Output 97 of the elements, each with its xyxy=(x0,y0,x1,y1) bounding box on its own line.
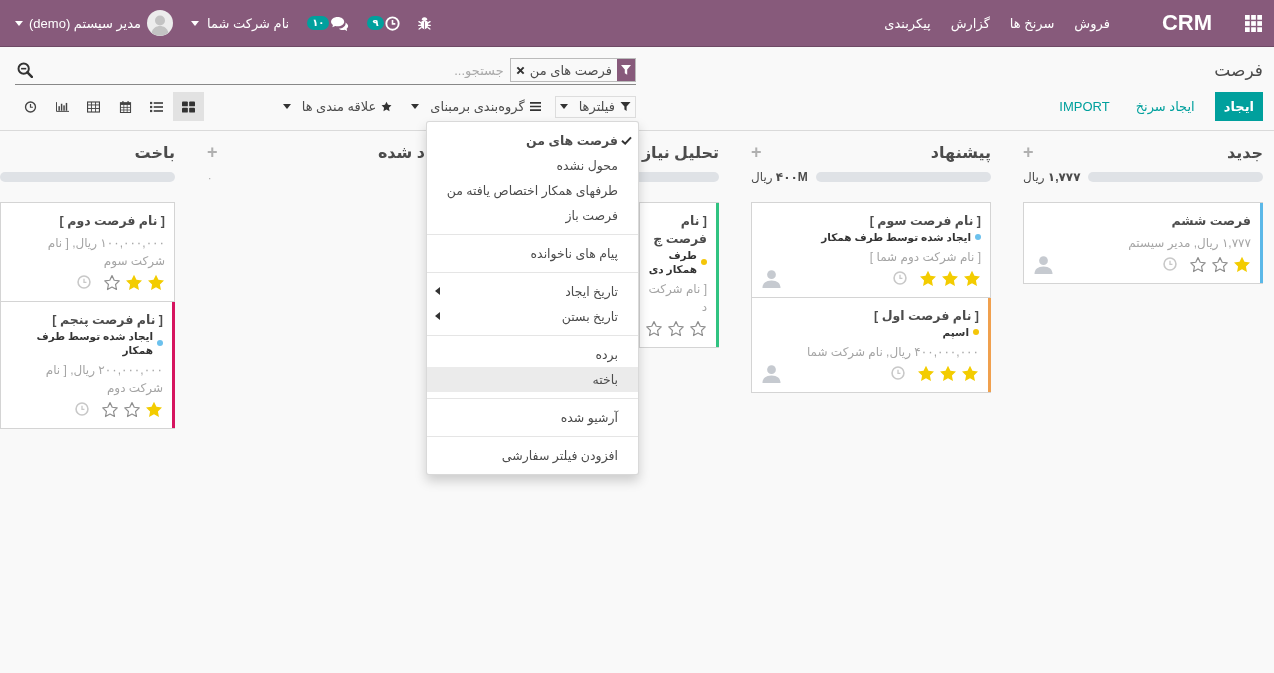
kanban-card[interactable]: [ نام فرصت پنجم ] ایجاد شده توسط طرف همکار ۲۰۰,۰۰۰,۰۰۰ ریال, [ نام شرکت دوم xyxy=(0,301,175,429)
bug-icon[interactable] xyxy=(417,16,431,30)
filter-option[interactable]: افزودن فیلتر سفارشی xyxy=(427,442,638,468)
column-total: ۰ xyxy=(207,171,213,183)
column-title: پیشنهاد xyxy=(930,142,991,162)
filter-option[interactable]: محول نشده xyxy=(427,152,638,178)
card-subtitle: ۱۰۰,۰۰۰,۰۰۰ ریال, [ نام شرکت سوم xyxy=(46,235,165,270)
star-icon[interactable] xyxy=(645,319,663,337)
card-title: [ نام فرصت چ xyxy=(652,213,707,248)
star-icon[interactable] xyxy=(145,400,163,418)
bars-icon xyxy=(529,101,541,112)
filter-option[interactable]: پیام های ناخوانده xyxy=(427,240,638,266)
activity-count-badge: ۹ xyxy=(367,16,384,30)
facet-label: فرصت های من xyxy=(529,62,612,78)
star-icon[interactable] xyxy=(123,400,141,418)
clock-icon xyxy=(24,100,38,113)
card-title: [ نام فرصت پنجم ] xyxy=(51,312,163,329)
column-title: د شده xyxy=(377,142,425,162)
favorites-menu-button[interactable]: علاقه مندی ها xyxy=(277,95,398,118)
filter-option[interactable]: فرصت های من xyxy=(427,127,638,153)
star-icon[interactable] xyxy=(1189,255,1207,273)
menu-item[interactable]: گزارش xyxy=(950,15,990,31)
tag-label: ایجاد شده توسط طرف همکار xyxy=(35,329,153,357)
bar-chart-icon xyxy=(55,100,69,113)
kanban-view-button[interactable] xyxy=(172,92,204,121)
card-title: [ نام فرصت اول ] xyxy=(873,308,979,325)
search-minus-icon[interactable] xyxy=(17,62,33,78)
calendar-icon xyxy=(118,100,132,113)
column-title: جدید xyxy=(1226,142,1263,162)
chat-icon[interactable] xyxy=(330,15,350,31)
kanban-card[interactable]: [ نام فرصت دوم ] ۱۰۰,۰۰۰,۰۰۰ ریال, [ نام شرکت سوم xyxy=(0,202,175,302)
star-icon[interactable] xyxy=(963,269,981,287)
star-icon[interactable] xyxy=(103,273,121,291)
caret-icon xyxy=(282,104,291,109)
apps-grid-icon[interactable] xyxy=(1245,14,1262,32)
star-icon[interactable] xyxy=(941,269,959,287)
card-title: فرصت ششم xyxy=(1170,213,1251,230)
star-icon[interactable] xyxy=(1211,255,1229,273)
star-icon[interactable] xyxy=(961,364,979,382)
column-title: باخت xyxy=(134,142,175,162)
filters-menu-button[interactable]: فیلترها xyxy=(554,95,636,118)
filter-option[interactable]: تاریخ بستن xyxy=(427,303,638,329)
message-count-badge: ۱۰ xyxy=(307,16,330,30)
grid-icon xyxy=(181,100,195,113)
tag-label: اسپم xyxy=(942,325,969,339)
close-icon[interactable] xyxy=(515,65,525,75)
search-input[interactable]: جستجو... xyxy=(39,59,504,81)
caret-icon xyxy=(191,20,199,26)
card-subtitle: ۲۰۰,۰۰۰,۰۰۰ ریال, [ نام شرکت دوم xyxy=(44,362,163,397)
star-icon[interactable] xyxy=(939,364,957,382)
tag-label: طرف همکار دی xyxy=(647,248,697,276)
menu-item[interactable]: سرنخ ها xyxy=(1009,15,1055,31)
filter-option[interactable]: طرفهای همکار اختصاص یافته من xyxy=(427,177,638,203)
card-title: [ نام فرصت دوم ] xyxy=(58,213,165,230)
star-icon[interactable] xyxy=(667,319,685,337)
star-icon xyxy=(381,101,393,112)
star-icon[interactable] xyxy=(147,273,165,291)
star-icon[interactable] xyxy=(101,400,119,418)
table-icon xyxy=(87,100,101,113)
user-avatar-icon xyxy=(147,10,173,36)
caret-icon xyxy=(559,104,568,109)
list-icon xyxy=(150,100,164,113)
kanban-card[interactable]: فرصت ششم ۱,۷۷۷ ریال, مدیر سیستم xyxy=(1023,202,1263,284)
column-title: تحلیل نیاز xyxy=(641,142,719,162)
column-total: ۴۰۰M ریال xyxy=(751,170,808,184)
star-icon[interactable] xyxy=(917,364,935,382)
card-subtitle: [ نام شرکت دوم شما ] xyxy=(868,249,981,266)
card-title: [ نام فرصت سوم ] xyxy=(868,213,981,230)
star-icon[interactable] xyxy=(1233,255,1251,273)
check-icon xyxy=(621,135,632,145)
caret-icon xyxy=(411,104,420,109)
tag-label: ایجاد شده توسط طرف همکار xyxy=(821,230,971,244)
breadcrumb: فرصت xyxy=(1214,60,1263,81)
card-subtitle: [ نام شرکت د xyxy=(647,281,707,316)
card-subtitle: ۱,۷۷۷ ریال, مدیر سیستم xyxy=(1127,235,1251,252)
star-icon[interactable] xyxy=(125,273,143,291)
kanban-card[interactable]: [ نام فرصت چ طرف همکار دی [ نام شرکت د xyxy=(639,202,719,348)
menu-item[interactable]: فروش xyxy=(1074,15,1110,31)
filter-option[interactable]: برده xyxy=(427,341,638,367)
app-brand: CRM xyxy=(1161,10,1212,36)
group-by-menu-button[interactable]: گروه‌بندی برمبنای xyxy=(406,95,546,118)
filter-option[interactable]: فرصت باز xyxy=(427,202,638,228)
kanban-card[interactable]: [ نام فرصت اول ] اسپم ۴۰۰,۰۰۰,۰۰۰ ریال, نام شرکت شما xyxy=(751,297,991,393)
funnel-icon xyxy=(620,101,631,112)
menu-item[interactable]: پیکربندی xyxy=(884,15,931,31)
user-menu[interactable]: مدیر سیستم (demo) xyxy=(15,10,173,36)
card-subtitle: ۴۰۰,۰۰۰,۰۰۰ ریال, نام شرکت شما xyxy=(805,344,979,361)
filter-option[interactable]: باخته xyxy=(427,366,638,392)
filter-option[interactable]: تاریخ ایجاد xyxy=(427,278,638,304)
star-icon[interactable] xyxy=(919,269,937,287)
company-switcher[interactable]: نام شرکت شما xyxy=(191,15,290,31)
caret-icon xyxy=(15,20,23,26)
star-icon[interactable] xyxy=(689,319,707,337)
kanban-card[interactable]: [ نام فرصت سوم ] ایجاد شده توسط طرف همکار [ نام شرکت دوم شما ] xyxy=(751,202,991,298)
funnel-icon xyxy=(617,59,635,81)
column-total: ۱,۷۷۷ ریال xyxy=(1023,170,1081,184)
filter-option[interactable]: آرشیو شده xyxy=(427,404,638,430)
